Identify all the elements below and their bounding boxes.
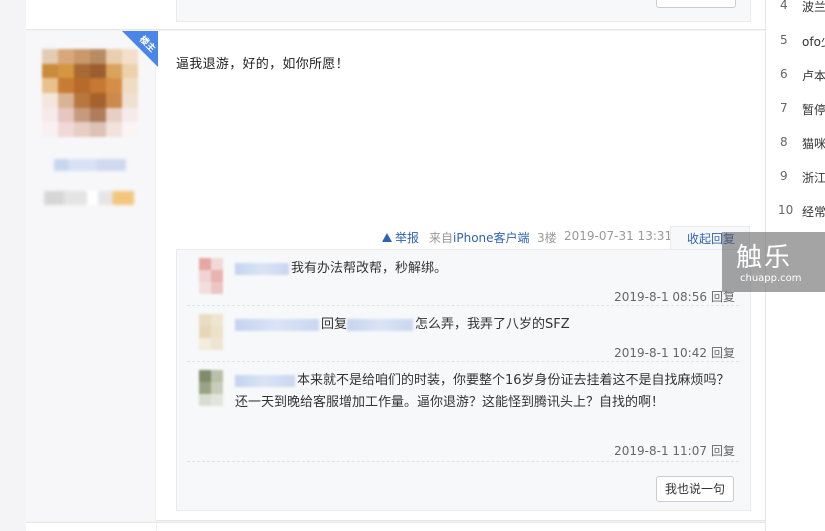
- author-level-blurred: [44, 191, 134, 205]
- left-gutter: [0, 0, 26, 531]
- report-link[interactable]: 举报: [382, 229, 419, 246]
- watermark-logo-text: 触乐: [736, 243, 793, 273]
- next-post-stub: [26, 522, 765, 531]
- reply-link[interactable]: 回复: [711, 290, 735, 304]
- rank-number: 6: [780, 67, 788, 81]
- reply-body: 我有办法帮改帮，秒解绑。: [291, 261, 448, 276]
- floor-number: 3楼: [537, 231, 557, 245]
- reply-item: 回复 怎么弄，我弄了八岁的SFZ 2019-8-1 10:42 回复: [187, 306, 739, 362]
- reply-item: 本来就不是给咱们的时装，你要整个16岁身份证去挂着这不是自找麻烦吗？还一天到晚给…: [187, 362, 739, 462]
- post-source: 来自iPhone客户端: [429, 229, 530, 246]
- reply-time: 2019-8-1 08:56: [614, 290, 707, 304]
- rank-title[interactable]: 浙江: [802, 169, 825, 186]
- reply-text: 回复 怎么弄，我弄了八岁的SFZ: [235, 314, 735, 336]
- chuapp-watermark: 触乐 chuapp.com: [722, 232, 825, 292]
- reply-username-blurred[interactable]: [235, 262, 289, 275]
- source-prefix: 来自: [429, 231, 454, 245]
- rank-title[interactable]: 卢本: [802, 67, 825, 84]
- reply-text: 我有办法帮改帮，秒解绑。: [235, 258, 735, 280]
- rank-number: 10: [778, 203, 794, 217]
- device-link[interactable]: iPhone客户端: [453, 231, 530, 245]
- reply-username-blurred[interactable]: [235, 318, 319, 331]
- warning-icon: [382, 233, 392, 242]
- louzhu-badge: 楼主: [122, 31, 158, 67]
- post-time: 2019-07-31 13:31: [564, 229, 673, 243]
- watermark-url: chuapp.com: [740, 273, 802, 284]
- rank-title[interactable]: 暂停: [802, 101, 825, 118]
- rank-title[interactable]: 猫咪: [802, 135, 825, 152]
- reply-body: 怎么弄，我弄了八岁的SFZ: [415, 317, 570, 332]
- author-column: 楼主: [26, 31, 158, 521]
- reply-meta: 2019-8-1 08:56 回复: [614, 288, 735, 305]
- say-something-button[interactable]: 我也说一句: [656, 476, 734, 502]
- rank-item[interactable]: 9 浙江: [766, 169, 825, 189]
- previous-say-button[interactable]: [656, 0, 736, 8]
- rank-item[interactable]: 4 波兰: [766, 0, 825, 18]
- rank-number: 7: [780, 101, 788, 115]
- rank-item[interactable]: 8 猫咪: [766, 135, 825, 155]
- reply-item: 我有办法帮改帮，秒解绑。 2019-8-1 08:56 回复: [187, 250, 739, 306]
- rank-number: 8: [780, 135, 788, 149]
- rank-number: 9: [780, 169, 788, 183]
- rank-item[interactable]: 7 暂停: [766, 101, 825, 121]
- louzhu-badge-label: 楼主: [137, 34, 157, 55]
- post-tail: 举报 来自iPhone客户端 3楼 2019-07-31 13:31 收起回复: [176, 226, 756, 250]
- rank-number: 4: [780, 0, 788, 12]
- rank-item[interactable]: 6 卢本: [766, 67, 825, 87]
- page: 楼主 逼我退游，好的，如你所愿！ 举报 来自iPhone客户端 3楼 2019-…: [0, 0, 825, 531]
- author-name-blurred[interactable]: [54, 159, 126, 171]
- reply-time: 2019-8-1 11:07: [614, 444, 707, 458]
- reply-prefix: 回复: [321, 317, 348, 332]
- next-post-divider: [156, 523, 157, 531]
- report-label: 举报: [395, 231, 420, 245]
- reply-meta: 2019-8-1 11:07 回复: [614, 442, 735, 459]
- reply-link[interactable]: 回复: [711, 444, 735, 458]
- rank-title[interactable]: 经常: [802, 203, 825, 220]
- reply-time: 2019-8-1 10:42: [614, 346, 707, 360]
- rank-item[interactable]: 10 经常: [766, 203, 825, 223]
- reply-avatar[interactable]: [199, 370, 223, 406]
- reply-text: 本来就不是给咱们的时装，你要整个16岁身份证去挂着这不是自找麻烦吗？还一天到晚给…: [235, 370, 735, 414]
- rank-title[interactable]: 波兰: [802, 0, 825, 15]
- rank-title[interactable]: ofo少: [802, 33, 825, 50]
- reply-meta: 2019-8-1 10:42 回复: [614, 344, 735, 361]
- reply-username-blurred[interactable]: [235, 374, 295, 387]
- reply-link[interactable]: 回复: [711, 346, 735, 360]
- post-floor-3: 楼主 逼我退游，好的，如你所愿！ 举报 来自iPhone客户端 3楼 2019-…: [26, 31, 765, 521]
- rank-number: 5: [780, 33, 788, 47]
- reply-box: 我有办法帮改帮，秒解绑。 2019-8-1 08:56 回复 回复 怎么弄，我弄了八…: [176, 249, 751, 511]
- previous-reply-box: [176, 0, 751, 22]
- reply-target-blurred[interactable]: [347, 318, 414, 331]
- reply-avatar[interactable]: [199, 314, 223, 350]
- rank-item[interactable]: 5 ofo少: [766, 33, 825, 53]
- reply-body: 本来就不是给咱们的时装，你要整个16岁身份证去挂着这不是自找麻烦吗？还一天到晚给…: [235, 373, 730, 410]
- reply-avatar[interactable]: [199, 258, 223, 294]
- previous-post-tail: [26, 0, 765, 30]
- post-content: 逼我退游，好的，如你所愿！: [176, 57, 349, 72]
